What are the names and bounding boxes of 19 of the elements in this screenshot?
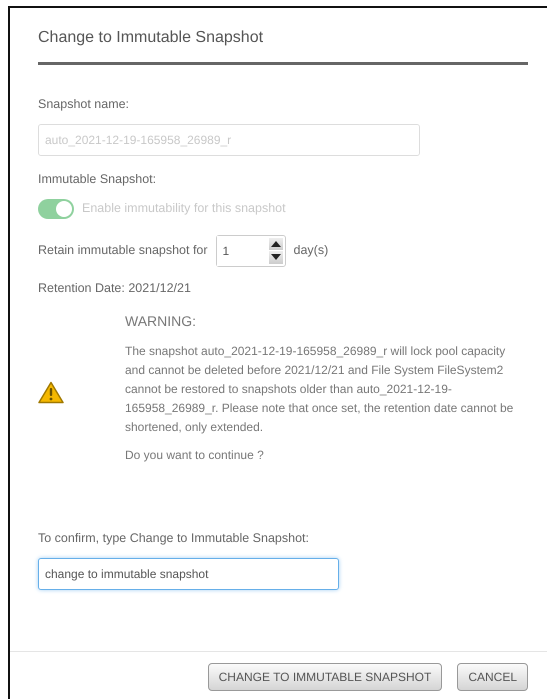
field-label: Snapshot name:: [38, 96, 130, 113]
warning-icon: [38, 380, 64, 404]
warning-question: Do you want to continue ?: [125, 447, 265, 464]
down-arrow-icon: [270, 254, 281, 260]
field-label: Retain immutable snapshot for: [38, 242, 208, 260]
increment-button[interactable]: [268, 238, 283, 250]
unit-label: day(s): [294, 242, 328, 260]
warning-message: The snapshot auto_2021-12-19-165958_26989_r will lock pool capacity and cannot be deleted before 2021/12/21 and File System FileSystem2 cannot be restored to snapshots older than auto_2021-12-19-165958_26989_r. Please note that once set, the retention date cannot be shortened, only extended.: [125, 343, 514, 436]
up-arrow-icon: [270, 240, 281, 247]
warning-title: WARNING:: [125, 312, 198, 332]
decrement-button[interactable]: [268, 251, 283, 264]
confirm-text-field[interactable]: change to immutable snapshot: [38, 558, 339, 590]
field-label: Immutable Snapshot:: [38, 170, 158, 188]
retention-date: Retention Date: 2021/12/21: [38, 280, 192, 296]
number-spinner[interactable]: 1: [216, 234, 286, 266]
field-label: To confirm, type Change to Immutable Snapshot:: [38, 530, 310, 548]
dialog-title: Change to Immutable Snapshot: [38, 28, 264, 48]
cancel-button[interactable]: CANCEL: [457, 663, 528, 691]
confirm-button[interactable]: CHANGE TO IMMUTABLE SNAPSHOT: [208, 663, 442, 691]
